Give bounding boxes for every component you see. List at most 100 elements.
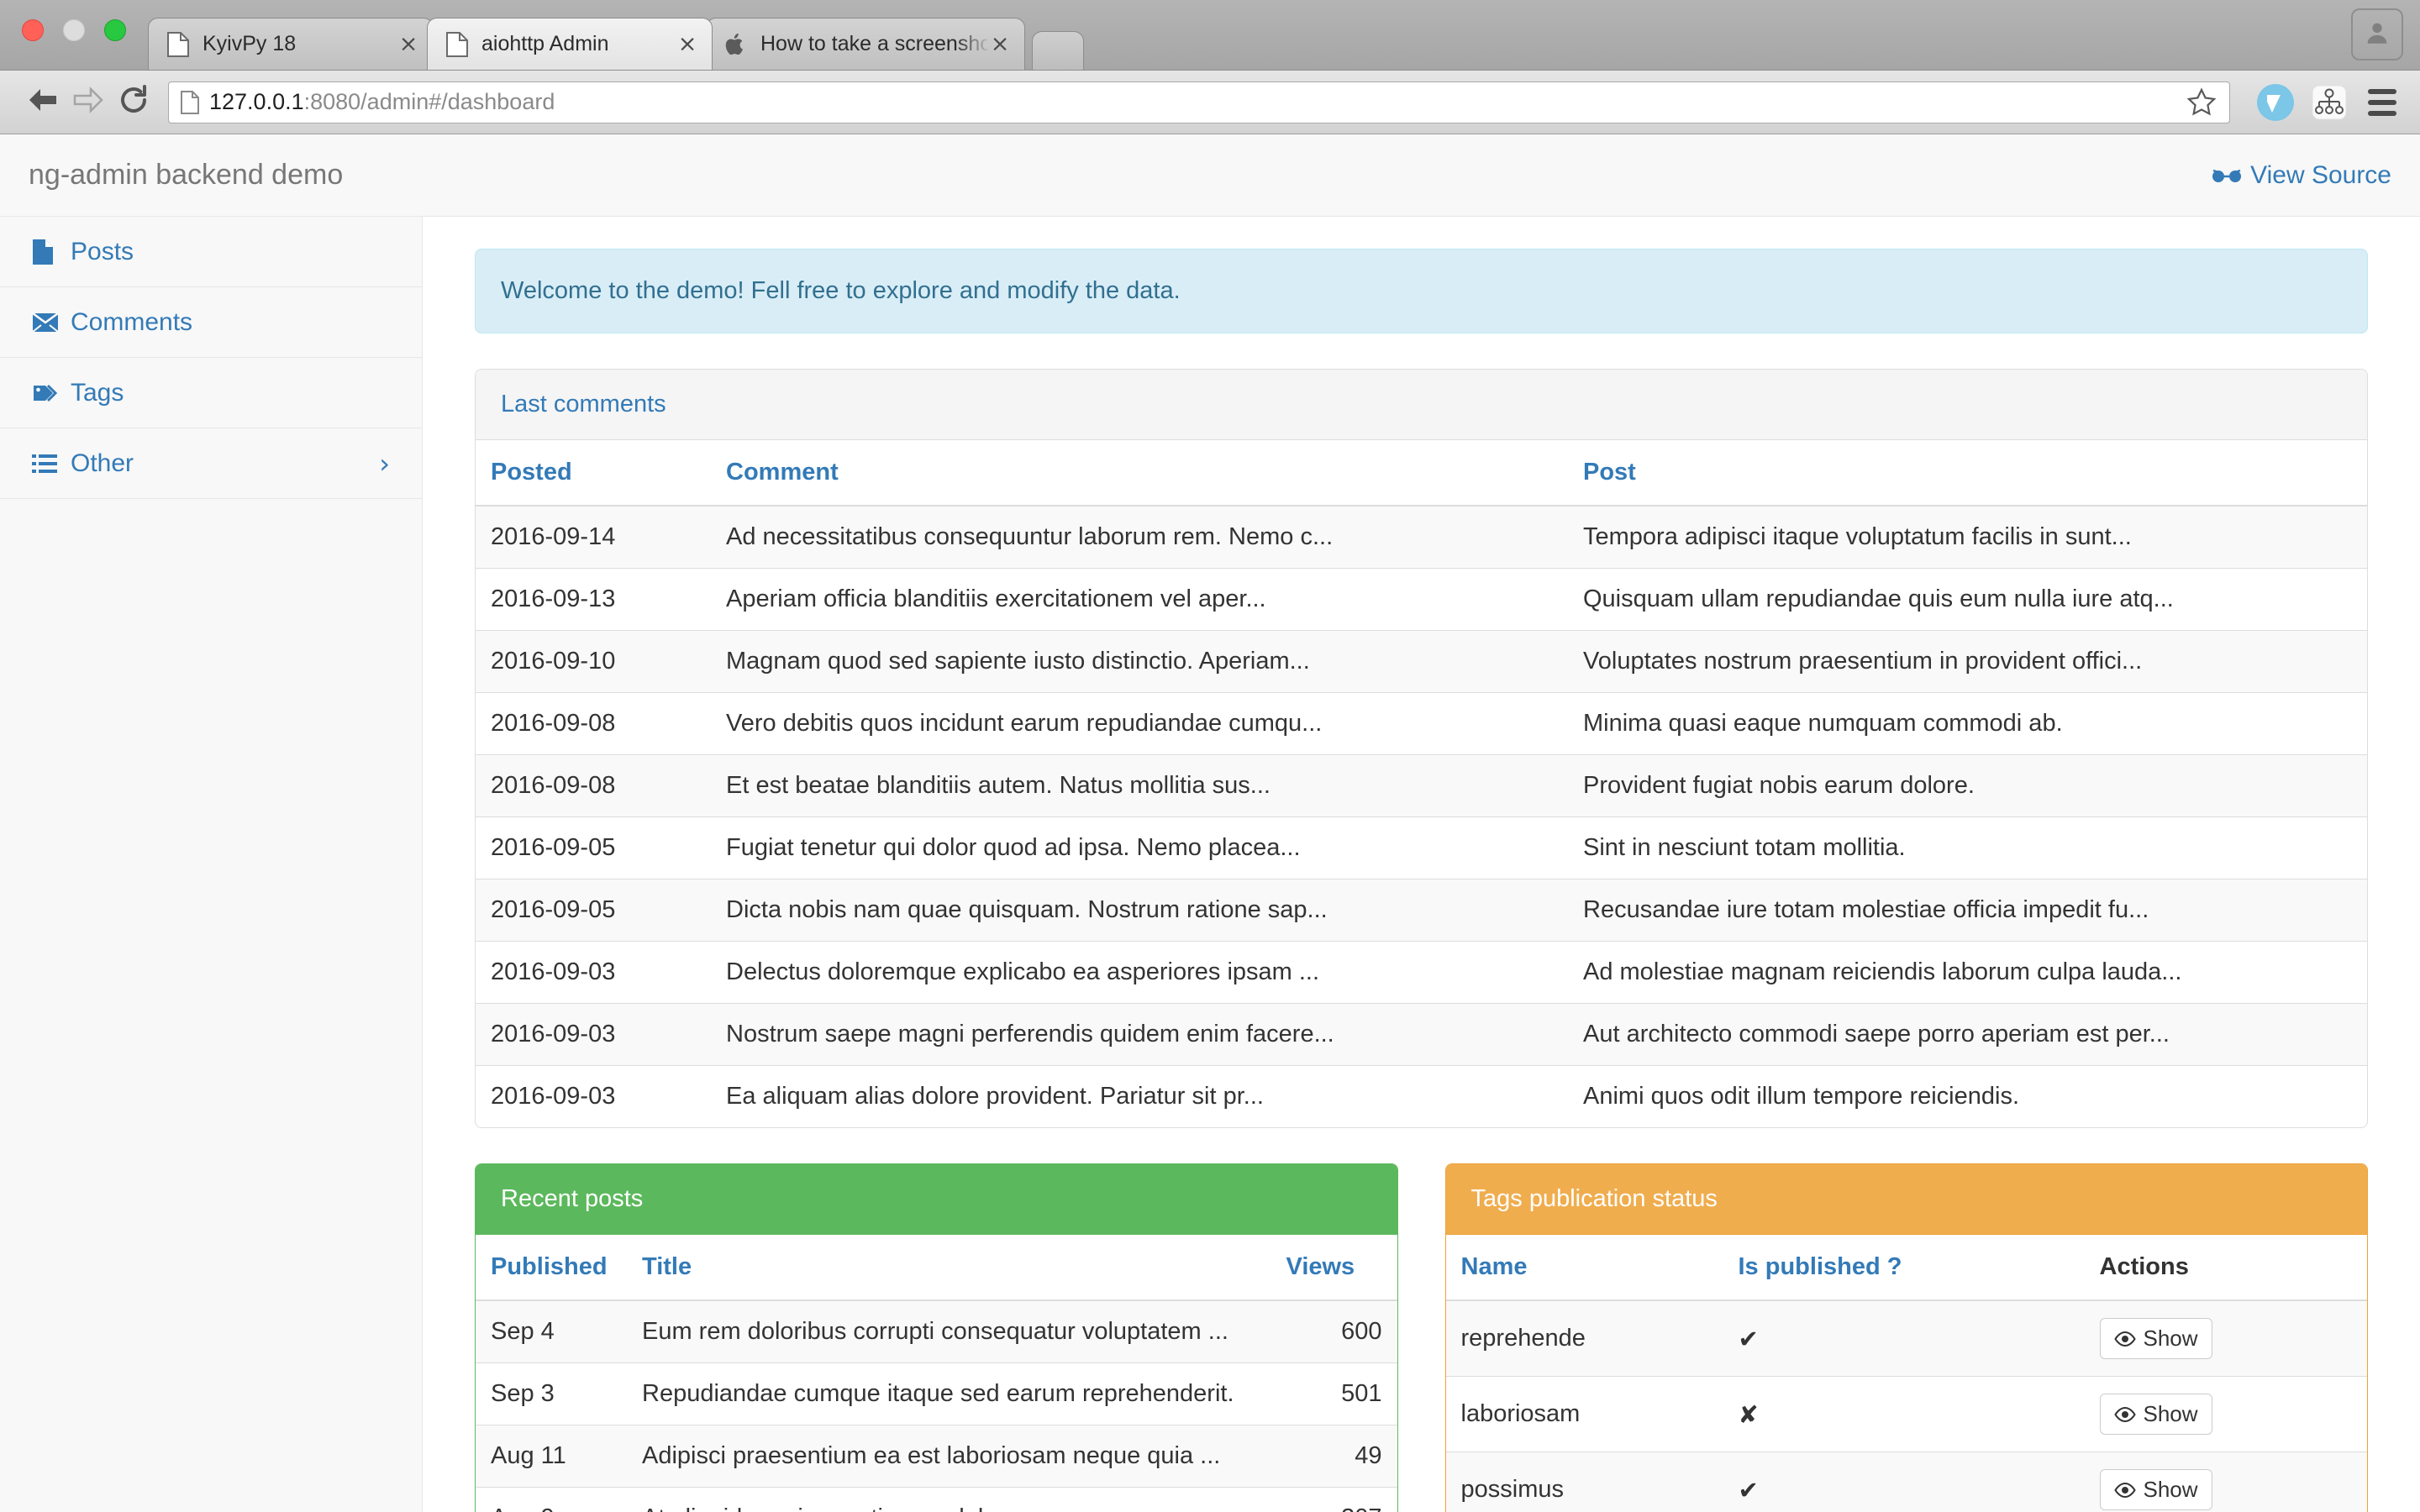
cell-post[interactable]: Tempora adipisci itaque voluptatum facil… [1568,505,2367,569]
column-header-posted[interactable]: Posted [476,440,711,507]
show-button[interactable]: Show [2099,1394,2212,1435]
table-row[interactable]: Aug 9 At aliquid aperiam optio quo dolor… [476,1487,1397,1512]
person-icon [2363,18,2391,51]
cell-views: 49 [1270,1425,1397,1488]
vimeo-blue-circle-icon[interactable] [2252,79,2299,126]
reload-button[interactable] [111,80,156,125]
cell-comment[interactable]: Et est beatae blanditiis autem. Natus mo… [711,754,1568,817]
sidebar-item-label: Other [71,449,134,477]
sidebar-item-tags[interactable]: Tags [0,358,422,428]
window-controls [22,19,148,70]
cell-comment[interactable]: Delectus doloremque explicabo ea asperio… [711,941,1568,1004]
cell-post[interactable]: Recusandae iure totam molestiae officia … [1568,879,2367,942]
cell-views: 501 [1270,1362,1397,1425]
table-row[interactable]: Aug 11 Adipisci praesentium ea est labor… [476,1425,1397,1488]
tags-status-panel: Tags publication status Name Is publishe… [1444,1163,2368,1512]
tab-list: KyivPy 18 × aiohttp Admin × How to take … [148,0,1084,70]
sidebar-item-other[interactable]: Other › [0,428,422,499]
cell-comment[interactable]: Vero debitis quos incidunt earum repudia… [711,692,1568,755]
zoom-window-button[interactable] [104,19,126,41]
close-tab-icon[interactable]: × [396,31,421,57]
cell-post[interactable]: Sint in nesciunt totam mollitia. [1568,816,2367,879]
browser-tab-kyivpy[interactable]: KyivPy 18 × [148,18,434,70]
sitemap-icon[interactable] [2306,79,2353,126]
cell-post[interactable]: Ad molestiae magnam reiciendis laborum c… [1568,941,2367,1004]
table-row[interactable]: 2016-09-10 Magnam quod sed sapiente iust… [476,630,2367,693]
back-button[interactable] [20,80,66,125]
cell-comment[interactable]: Fugiat tenetur qui dolor quod ad ipsa. N… [711,816,1568,879]
table-row[interactable]: 2016-09-03 Delectus doloremque explicabo… [476,941,2367,1004]
cell-title[interactable]: At aliquid aperiam optio quo dolor ex. [627,1487,1271,1512]
cell-title[interactable]: Eum rem doloribus corrupti consequatur v… [627,1299,1271,1363]
table-row[interactable]: Sep 3 Repudiandae cumque itaque sed earu… [476,1362,1397,1425]
view-source-label: View Source [2250,160,2391,189]
table-row[interactable]: possimus ✔ Show [1445,1452,2367,1512]
table-row[interactable]: 2016-09-14 Ad necessitatibus consequuntu… [476,505,2367,569]
address-bar[interactable]: 127.0.0.1:8080/admin#/dashboard [168,81,2230,123]
apple-icon [725,32,747,57]
close-window-button[interactable] [22,19,44,41]
close-tab-icon[interactable]: × [675,31,700,57]
cell-title[interactable]: Repudiandae cumque itaque sed earum repr… [627,1362,1271,1425]
column-header-title[interactable]: Title [627,1235,1271,1301]
table-row[interactable]: 2016-09-08 Vero debitis quos incidunt ea… [476,692,2367,755]
reload-icon [117,83,150,121]
column-header-published[interactable]: Published [476,1235,627,1301]
cell-posted: 2016-09-03 [476,1065,711,1127]
cell-is-published: ✔ [1723,1299,2085,1377]
cell-post[interactable]: Provident fugiat nobis earum dolore. [1568,754,2367,817]
table-row[interactable]: 2016-09-05 Fugiat tenetur qui dolor quod… [476,816,2367,879]
forward-button[interactable] [66,80,111,125]
table-row[interactable]: laboriosam ✘ Show [1445,1376,2367,1452]
column-header-is-published[interactable]: Is published ? [1723,1235,2085,1301]
cell-comment[interactable]: Dicta nobis nam quae quisquam. Nostrum r… [711,879,1568,942]
profile-button[interactable] [2351,8,2403,60]
view-source-link[interactable]: View Source [2212,161,2391,190]
welcome-alert: Welcome to the demo! Fell free to explor… [475,249,2368,333]
cell-post[interactable]: Animi quos odit illum tempore reiciendis… [1568,1065,2367,1127]
browser-tab-aiohttp-admin[interactable]: aiohttp Admin × [427,18,713,70]
sidebar-item-posts[interactable]: Posts [0,217,422,287]
new-tab-button[interactable] [1032,31,1084,70]
hamburger-menu-icon[interactable] [2368,88,2396,116]
cell-actions: Show [2084,1452,2367,1512]
show-button[interactable]: Show [2099,1469,2212,1510]
cell-actions: Show [2084,1376,2367,1452]
cell-title[interactable]: Adipisci praesentium ea est laboriosam n… [627,1425,1271,1488]
cell-tag-name: possimus [1445,1452,1723,1512]
table-row[interactable]: 2016-09-08 Et est beatae blanditiis aute… [476,754,2367,817]
eye-icon [2113,1331,2136,1347]
list-icon [32,454,69,474]
show-button-label: Show [2143,1401,2198,1426]
close-tab-icon[interactable]: × [987,31,1013,57]
cell-post[interactable]: Minima quasi eaque numquam commodi ab. [1568,692,2367,755]
table-row[interactable]: 2016-09-03 Ea aliquam alias dolore provi… [476,1065,2367,1127]
table-row[interactable]: 2016-09-05 Dicta nobis nam quae quisquam… [476,879,2367,942]
cell-post[interactable]: Voluptates nostrum praesentium in provid… [1568,630,2367,693]
cell-comment[interactable]: Ad necessitatibus consequuntur laborum r… [711,505,1568,569]
table-row[interactable]: 2016-09-03 Nostrum saepe magni perferend… [476,1003,2367,1066]
cell-comment[interactable]: Magnam quod sed sapiente iusto distincti… [711,630,1568,693]
cell-comment[interactable]: Aperiam officia blanditiis exercitatione… [711,568,1568,631]
browser-tab-screenshot-help[interactable]: How to take a screenshot o × [706,18,1025,70]
column-header-comment[interactable]: Comment [711,440,1568,507]
cell-posted: 2016-09-05 [476,879,711,942]
table-header-row: Posted Comment Post [476,440,2367,507]
minimize-window-button[interactable] [63,19,85,41]
table-row[interactable]: reprehende ✔ Show [1445,1299,2367,1377]
cell-post[interactable]: Aut architecto commodi saepe porro aperi… [1568,1003,2367,1066]
column-header-views[interactable]: Views [1270,1235,1397,1301]
cell-comment[interactable]: Ea aliquam alias dolore provident. Paria… [711,1065,1568,1127]
column-header-name[interactable]: Name [1445,1235,1723,1301]
table-row[interactable]: Sep 4 Eum rem doloribus corrupti consequ… [476,1299,1397,1363]
page-viewport: ng-admin backend demo View Source Posts [0,134,2420,1512]
sidebar-item-comments[interactable]: Comments [0,287,422,358]
table-row[interactable]: 2016-09-13 Aperiam officia blanditiis ex… [476,568,2367,631]
column-header-post[interactable]: Post [1568,440,2367,507]
tag-icon [32,382,69,404]
cell-posted: 2016-09-10 [476,630,711,693]
cell-comment[interactable]: Nostrum saepe magni perferendis quidem e… [711,1003,1568,1066]
show-button[interactable]: Show [2099,1318,2212,1359]
cell-post[interactable]: Quisquam ullam repudiandae quis eum null… [1568,568,2367,631]
star-icon[interactable] [2186,87,2217,118]
